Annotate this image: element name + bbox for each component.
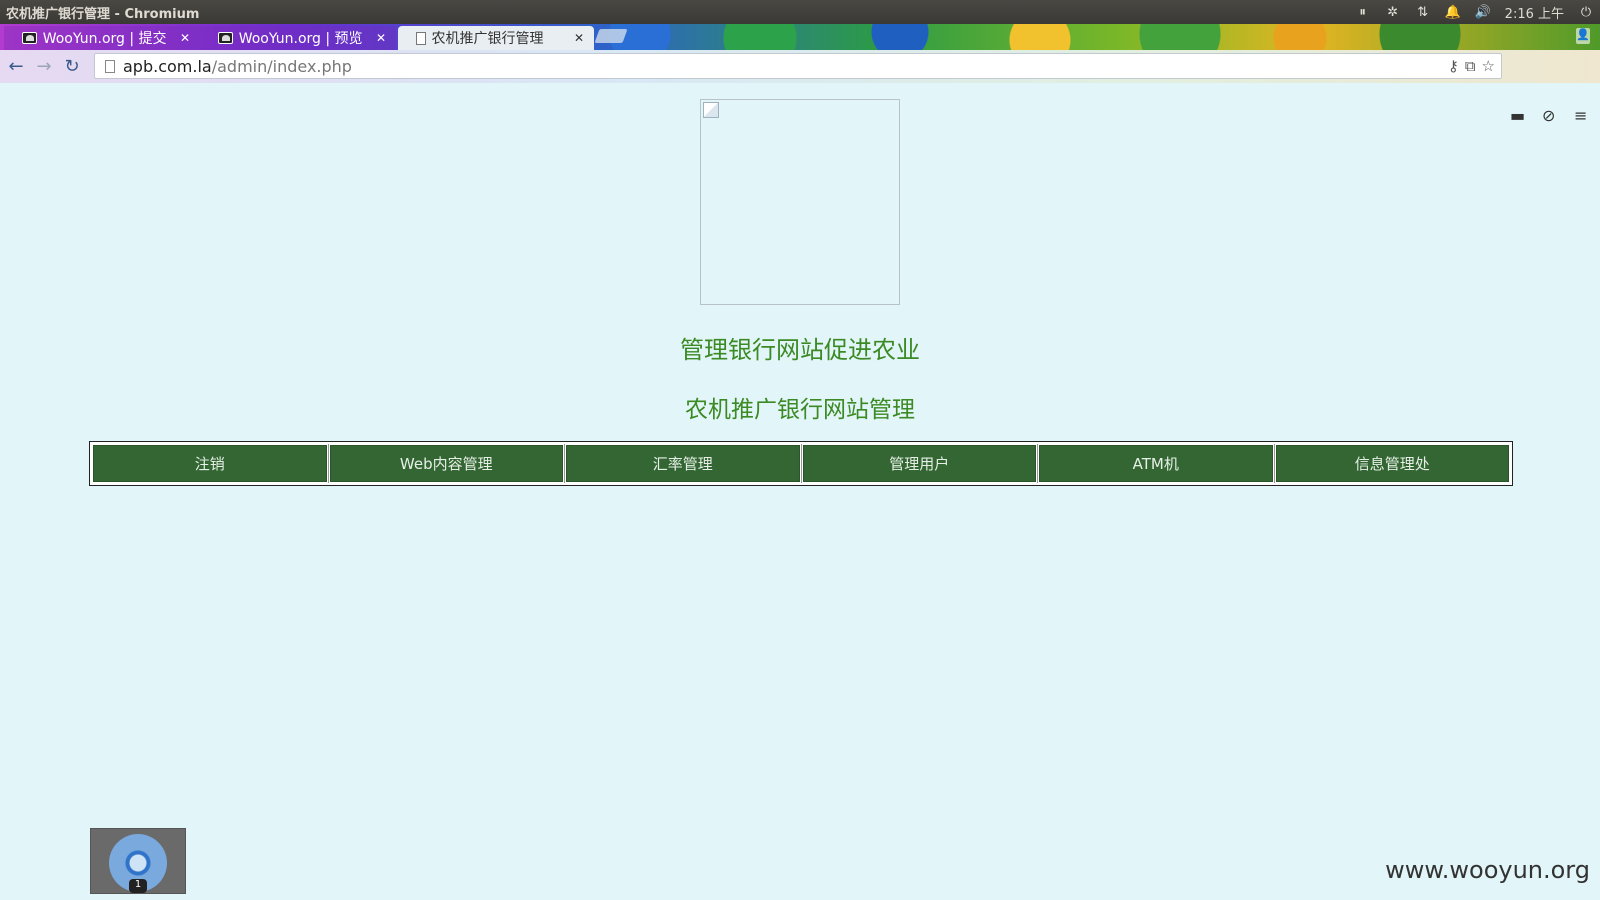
tab-label: WooYun.org | 提交漏 bbox=[42, 31, 166, 47]
settings-indicator-icon[interactable]: ✲ bbox=[1385, 5, 1401, 20]
tab-label: 农机推广银行管理 bbox=[431, 31, 544, 47]
page-title: 管理银行网站促进农业 bbox=[680, 336, 920, 364]
menu-cell: ATM机 bbox=[1038, 444, 1275, 483]
menu-cell: 信息管理处 bbox=[1275, 444, 1511, 483]
wooyun-favicon-icon bbox=[22, 32, 37, 44]
back-arrow-icon[interactable]: ← bbox=[2, 53, 30, 81]
address-bar[interactable]: apb.com.la/admin/index.php ⚷ ⧉ ☆ bbox=[94, 53, 1502, 79]
menu-hamburger-icon[interactable]: ≡ bbox=[1574, 106, 1587, 125]
info-management-button[interactable]: 信息管理处 bbox=[1275, 445, 1509, 482]
manage-users-button[interactable]: 管理用户 bbox=[802, 445, 1036, 482]
extension-icon[interactable]: ▬ bbox=[1510, 106, 1525, 125]
url-host: apb.com.la bbox=[123, 56, 212, 76]
bookmark-star-icon[interactable]: ☆ bbox=[1482, 57, 1495, 75]
reload-icon[interactable]: ↻ bbox=[58, 53, 86, 81]
logout-button[interactable]: 注销 bbox=[93, 445, 327, 482]
page-favicon-icon bbox=[416, 31, 426, 45]
tab-admin-active[interactable]: 农机推广银行管理 ✕ bbox=[398, 26, 594, 50]
admin-menu-bar: 注销 Web内容管理 汇率管理 管理用户 ATM机 信息管理处 bbox=[89, 441, 1513, 486]
menu-cell: 汇率管理 bbox=[565, 444, 802, 483]
keyboard-indicator-icon[interactable]: ⏸ bbox=[1355, 5, 1371, 20]
watermark-text: www.wooyun.org bbox=[1385, 856, 1590, 884]
broken-logo-image bbox=[700, 99, 900, 305]
compass-extension-icon[interactable]: ⊘ bbox=[1542, 106, 1555, 125]
tab-wooyun-submit[interactable]: WooYun.org | 提交漏 ✕ bbox=[4, 26, 200, 50]
wooyun-favicon-icon bbox=[218, 32, 233, 44]
atm-button[interactable]: ATM机 bbox=[1039, 445, 1273, 482]
menu-cell: 注销 bbox=[92, 444, 329, 483]
tab-close-icon[interactable]: ✕ bbox=[180, 31, 190, 45]
volume-icon[interactable]: 🔊 bbox=[1475, 5, 1491, 20]
system-tray: ⏸ ✲ ⇅ 🔔 🔊 2:16 上午 ⏻ bbox=[1355, 0, 1594, 24]
page-info-icon[interactable] bbox=[105, 59, 115, 73]
tab-label: WooYun.org | 预览漏 bbox=[238, 31, 362, 47]
window-count-badge: 1 bbox=[129, 879, 147, 893]
power-icon[interactable]: ⏻ bbox=[1578, 5, 1594, 20]
menu-cell: 管理用户 bbox=[802, 444, 1038, 483]
forward-arrow-icon[interactable]: → bbox=[30, 53, 58, 81]
profile-icon[interactable]: 👤 bbox=[1576, 28, 1590, 44]
clock[interactable]: 2:16 上午 bbox=[1505, 3, 1564, 22]
page-subtitle: 农机推广银行网站管理 bbox=[685, 397, 915, 423]
web-content-management-button[interactable]: Web内容管理 bbox=[329, 445, 563, 482]
notification-bell-icon[interactable]: 🔔 bbox=[1445, 5, 1461, 20]
new-tab-button[interactable] bbox=[594, 29, 628, 43]
tab-strip: WooYun.org | 提交漏 ✕ WooYun.org | 预览漏 ✕ 农机… bbox=[0, 24, 1600, 50]
broken-image-icon bbox=[703, 102, 719, 118]
tab-close-icon[interactable]: ✕ bbox=[376, 31, 386, 45]
translate-icon[interactable]: ⧉ bbox=[1465, 57, 1476, 75]
exchange-rate-management-button[interactable]: 汇率管理 bbox=[566, 445, 800, 482]
url-path: /admin/index.php bbox=[211, 56, 352, 76]
network-icon[interactable]: ⇅ bbox=[1415, 5, 1431, 20]
omnibox-actions: ⚷ ⧉ ☆ bbox=[1448, 57, 1495, 75]
tab-wooyun-preview[interactable]: WooYun.org | 预览漏 ✕ bbox=[200, 26, 396, 50]
key-icon[interactable]: ⚷ bbox=[1448, 57, 1459, 75]
taskbar-chromium-thumbnail[interactable]: 1 bbox=[90, 828, 186, 894]
os-top-bar: 农机推广银行管理 - Chromium ⏸ ✲ ⇅ 🔔 🔊 2:16 上午 ⏻ bbox=[0, 0, 1600, 24]
browser-toolbar: ← → ↻ apb.com.la/admin/index.php ⚷ ⧉ ☆ ▬… bbox=[0, 50, 1600, 125]
window-title: 农机推广银行管理 - Chromium bbox=[6, 6, 200, 22]
menu-cell: Web内容管理 bbox=[329, 444, 565, 483]
tab-close-icon[interactable]: ✕ bbox=[574, 31, 584, 45]
